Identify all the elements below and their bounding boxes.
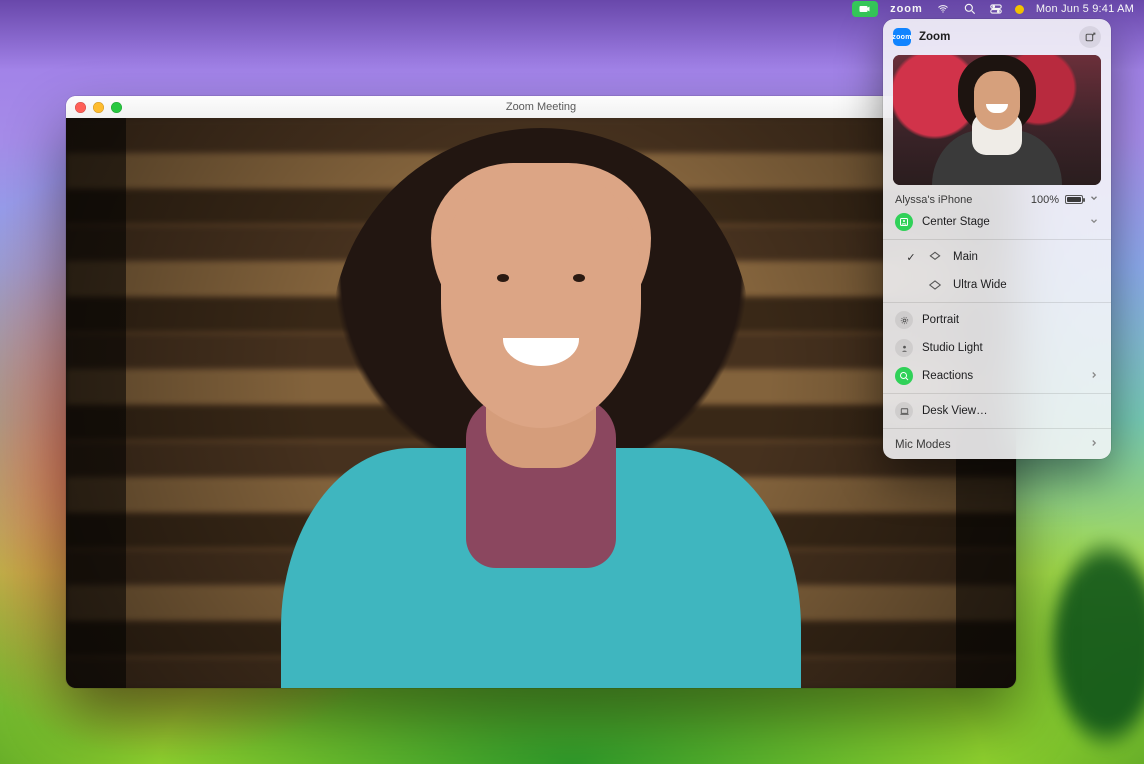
battery-icon: [1065, 195, 1083, 204]
menubar-clock[interactable]: Mon Jun 5 9:41 AM: [1036, 3, 1134, 15]
chevron-down-icon: [1089, 215, 1099, 229]
chevron-down-icon: [1089, 193, 1099, 206]
window-titlebar[interactable]: Zoom Meeting: [66, 96, 1016, 119]
desk-view-row[interactable]: Desk View…: [883, 397, 1111, 425]
mic-modes-label: Mic Modes: [895, 439, 951, 451]
chevron-right-icon: [1089, 438, 1099, 451]
menubar-app-name[interactable]: zoom: [890, 3, 923, 15]
window-traffic-lights: [75, 102, 122, 113]
spotlight-icon[interactable]: [963, 2, 977, 16]
reactions-row[interactable]: Reactions: [883, 362, 1111, 390]
chevron-right-icon: [1089, 369, 1099, 383]
participant-main: [216, 148, 866, 688]
zoom-meeting-window: Zoom Meeting: [66, 96, 1016, 688]
lens-ultrawide-row[interactable]: Ultra Wide: [883, 271, 1111, 299]
macos-menubar: zoom Mon Jun 5 9:41 AM: [0, 0, 1144, 18]
lens-icon: [926, 248, 944, 266]
camera-device-row[interactable]: Alyssa's iPhone 100%: [883, 185, 1111, 208]
camera-menu-extra-icon[interactable]: [852, 1, 878, 17]
portrait-label: Portrait: [922, 314, 959, 326]
desk-view-label: Desk View…: [922, 405, 988, 417]
mic-modes-row[interactable]: Mic Modes: [883, 432, 1111, 459]
center-stage-label: Center Stage: [922, 216, 990, 228]
checkmark-icon: ✓: [905, 251, 917, 264]
reactions-icon: [895, 367, 913, 385]
studio-light-icon: [895, 339, 913, 357]
zoom-app-icon: zoom: [893, 28, 911, 46]
control-center-icon[interactable]: [989, 2, 1003, 16]
center-stage-row[interactable]: Center Stage: [883, 208, 1111, 236]
lens-wide-icon: [926, 276, 944, 294]
zoom-button[interactable]: [111, 102, 122, 113]
camera-control-panel: zoom Zoom Alyssa's iPhone 100% Center St…: [883, 19, 1111, 459]
wifi-icon[interactable]: [935, 3, 951, 15]
portrait-row[interactable]: Portrait: [883, 306, 1111, 334]
camera-preview: [893, 55, 1101, 185]
window-title: Zoom Meeting: [66, 101, 1016, 113]
desk-view-icon: [895, 402, 913, 420]
lens-main-label: Main: [953, 251, 978, 263]
close-button[interactable]: [75, 102, 86, 113]
device-name: Alyssa's iPhone: [895, 194, 972, 206]
panel-title: Zoom: [919, 31, 950, 43]
center-stage-icon: [895, 213, 913, 231]
minimize-button[interactable]: [93, 102, 104, 113]
portrait-icon: [895, 311, 913, 329]
battery-percent: 100%: [1031, 194, 1059, 206]
reactions-label: Reactions: [922, 370, 973, 382]
privacy-indicator-dot: [1015, 5, 1024, 14]
video-main-feed: [66, 118, 1016, 688]
lens-main-row[interactable]: ✓ Main: [883, 243, 1111, 271]
studio-light-label: Studio Light: [922, 342, 983, 354]
panel-expand-icon[interactable]: [1079, 26, 1101, 48]
studio-light-row[interactable]: Studio Light: [883, 334, 1111, 362]
lens-ultrawide-label: Ultra Wide: [953, 279, 1007, 291]
